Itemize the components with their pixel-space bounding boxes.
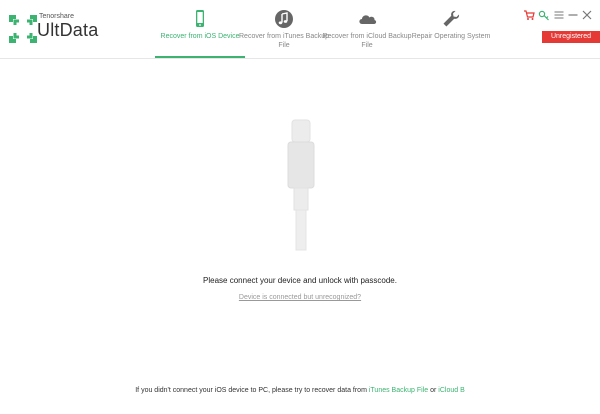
tab-label: Recover from iCloud Backup File	[322, 33, 412, 49]
menu-icon[interactable]	[553, 9, 565, 21]
lightning-cable-icon	[287, 119, 315, 251]
tab-recover-ios-device[interactable]: Recover from iOS Device	[155, 0, 245, 58]
top-toolbar: Tenorshare UltData Recover from iOS Devi…	[0, 0, 600, 59]
cart-icon[interactable]	[523, 9, 535, 21]
device-unrecognized-link[interactable]: Device is connected but unrecognized?	[0, 294, 600, 301]
footer-or: or	[430, 387, 437, 394]
tab-label: Recover from iTunes Backup File	[239, 33, 329, 49]
wrench-icon	[443, 10, 460, 27]
tab-recover-icloud-backup[interactable]: Recover from iCloud Backup File	[322, 0, 412, 58]
tab-recover-itunes-backup[interactable]: Recover from iTunes Backup File	[239, 0, 329, 58]
phone-icon	[196, 10, 204, 27]
minimize-icon[interactable]	[567, 9, 579, 21]
icloud-backup-link[interactable]: iCloud B	[438, 387, 464, 394]
tab-label: Repair Operating System	[411, 33, 491, 40]
tab-label: Recover from iOS Device	[160, 33, 240, 40]
cloud-icon	[359, 15, 377, 24]
active-tab-underline	[155, 56, 245, 58]
tab-repair-os[interactable]: Repair Operating System	[406, 0, 496, 58]
key-icon[interactable]	[538, 9, 550, 21]
connect-device-message: Please connect your device and unlock wi…	[203, 276, 397, 285]
music-note-icon	[275, 10, 293, 28]
company-name: Tenorshare	[39, 13, 75, 20]
itunes-backup-link[interactable]: iTunes Backup File	[369, 387, 428, 394]
ultdata-logo-icon	[9, 15, 37, 43]
unregistered-badge[interactable]: Unregistered	[542, 31, 600, 43]
footer-hint: If you didn't connect your iOS device to…	[0, 387, 600, 394]
footer-text: If you didn't connect your iOS device to…	[135, 387, 367, 394]
product-name: UltData	[37, 20, 99, 40]
close-icon[interactable]	[581, 9, 593, 21]
